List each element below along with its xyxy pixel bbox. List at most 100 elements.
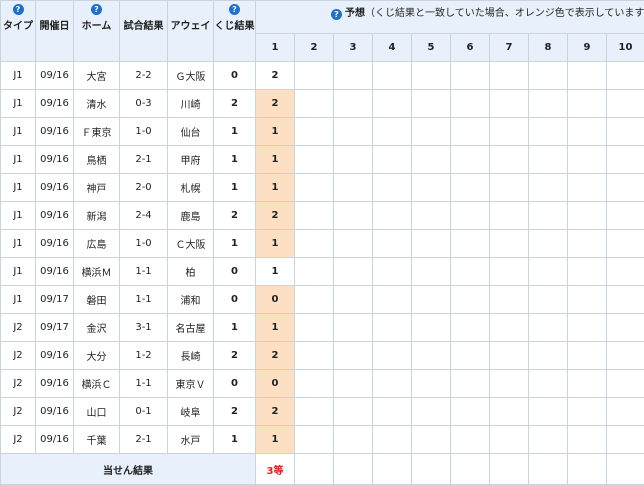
home-header-label: ホーム — [82, 21, 112, 32]
empty-prediction-cell — [373, 286, 412, 314]
match-type: J1 — [1, 174, 36, 202]
prediction-column-header: 7 — [490, 34, 529, 62]
empty-prediction-cell — [568, 370, 607, 398]
away-team: 仙台 — [168, 118, 214, 146]
empty-prediction-cell — [529, 286, 568, 314]
prediction-cell: 1 — [256, 314, 295, 342]
empty-prediction-cell — [412, 342, 451, 370]
match-date: 09/16 — [36, 202, 74, 230]
empty-prediction-cell — [295, 398, 334, 426]
empty-prediction-cell — [451, 314, 490, 342]
match-date: 09/16 — [36, 118, 74, 146]
match-date: 09/16 — [36, 174, 74, 202]
empty-prediction-cell — [295, 286, 334, 314]
empty-prediction-cell — [607, 314, 644, 342]
match-date: 09/16 — [36, 398, 74, 426]
table-row: J209/17金沢3-1名古屋11 — [1, 314, 644, 342]
empty-prediction-cell — [412, 426, 451, 454]
match-date: 09/16 — [36, 370, 74, 398]
empty-prediction-cell — [373, 258, 412, 286]
home-header: ? ホーム — [74, 1, 120, 62]
home-team: 新潟 — [74, 202, 120, 230]
empty-prediction-cell — [295, 90, 334, 118]
home-team: 千葉 — [74, 426, 120, 454]
home-team: Ｆ東京 — [74, 118, 120, 146]
table-row: J109/17磐田1-1浦和00 — [1, 286, 644, 314]
help-icon[interactable]: ? — [331, 9, 342, 20]
prediction-header-note: （くじ結果と一致していた場合、オレンジ色で表示しています） — [365, 8, 644, 19]
home-team: 大分 — [74, 342, 120, 370]
away-header: アウェイ — [168, 1, 214, 62]
home-team: 山口 — [74, 398, 120, 426]
prediction-cell: 2 — [256, 90, 295, 118]
empty-prediction-cell — [490, 146, 529, 174]
prediction-cell: 0 — [256, 370, 295, 398]
empty-prediction-cell — [529, 146, 568, 174]
empty-prediction-cell — [412, 286, 451, 314]
kuji-result: 2 — [214, 342, 256, 370]
empty-prediction-cell — [412, 314, 451, 342]
home-team: 磐田 — [74, 286, 120, 314]
empty-prediction-cell — [490, 118, 529, 146]
match-type: J1 — [1, 230, 36, 258]
empty-prediction-cell — [451, 398, 490, 426]
empty-prediction-cell — [373, 202, 412, 230]
help-icon[interactable]: ? — [229, 4, 240, 15]
date-header-label: 開催日 — [40, 21, 70, 32]
match-date: 09/17 — [36, 286, 74, 314]
empty-prediction-cell — [451, 174, 490, 202]
match-type: J1 — [1, 118, 36, 146]
empty-prediction-cell — [529, 426, 568, 454]
empty-prediction-cell — [334, 314, 373, 342]
empty-prediction-cell — [295, 314, 334, 342]
empty-prediction-cell — [334, 342, 373, 370]
empty-prediction-cell — [334, 146, 373, 174]
empty-prediction-cell — [568, 90, 607, 118]
match-score: 1-1 — [120, 370, 168, 398]
match-type: J1 — [1, 286, 36, 314]
empty-prediction-cell — [412, 398, 451, 426]
match-date: 09/16 — [36, 342, 74, 370]
help-icon[interactable]: ? — [13, 4, 24, 15]
empty-prediction-cell — [529, 314, 568, 342]
kuji-header: ? くじ結果 — [214, 1, 256, 62]
empty-prediction-cell — [373, 314, 412, 342]
away-team: 川崎 — [168, 90, 214, 118]
prediction-column-header: 1 — [256, 34, 295, 62]
empty-prediction-cell — [607, 258, 644, 286]
empty-prediction-cell — [529, 90, 568, 118]
prediction-cell: 2 — [256, 62, 295, 90]
table-row: J209/16千葉2-1水戸11 — [1, 426, 644, 454]
empty-prediction-cell — [490, 286, 529, 314]
empty-prediction-cell — [607, 118, 644, 146]
empty-prediction-cell — [607, 62, 644, 90]
empty-prediction-cell — [295, 426, 334, 454]
prediction-cell: 1 — [256, 426, 295, 454]
match-score: 3-1 — [120, 314, 168, 342]
away-team: 甲府 — [168, 146, 214, 174]
empty-prediction-cell — [568, 146, 607, 174]
empty-prediction-cell — [490, 370, 529, 398]
empty-prediction-cell — [568, 202, 607, 230]
empty-prediction-cell — [295, 370, 334, 398]
empty-prediction-cell — [607, 286, 644, 314]
match-score: 0-1 — [120, 398, 168, 426]
empty-prediction-cell — [373, 370, 412, 398]
match-score: 2-4 — [120, 202, 168, 230]
empty-prediction-cell — [490, 342, 529, 370]
empty-prediction-cell — [412, 174, 451, 202]
empty-prediction-cell — [451, 342, 490, 370]
empty-prediction-cell — [373, 398, 412, 426]
match-date: 09/16 — [36, 62, 74, 90]
empty-prediction-cell — [412, 230, 451, 258]
away-team: Ｇ大阪 — [168, 62, 214, 90]
help-icon[interactable]: ? — [91, 4, 102, 15]
empty-prediction-cell — [529, 398, 568, 426]
home-team: 金沢 — [74, 314, 120, 342]
table-row: J109/16清水0-3川崎22 — [1, 90, 644, 118]
empty-prediction-cell — [451, 230, 490, 258]
empty-prediction-cell — [295, 146, 334, 174]
empty-prediction-cell — [451, 202, 490, 230]
away-team: 鹿島 — [168, 202, 214, 230]
empty-prediction-cell — [295, 202, 334, 230]
